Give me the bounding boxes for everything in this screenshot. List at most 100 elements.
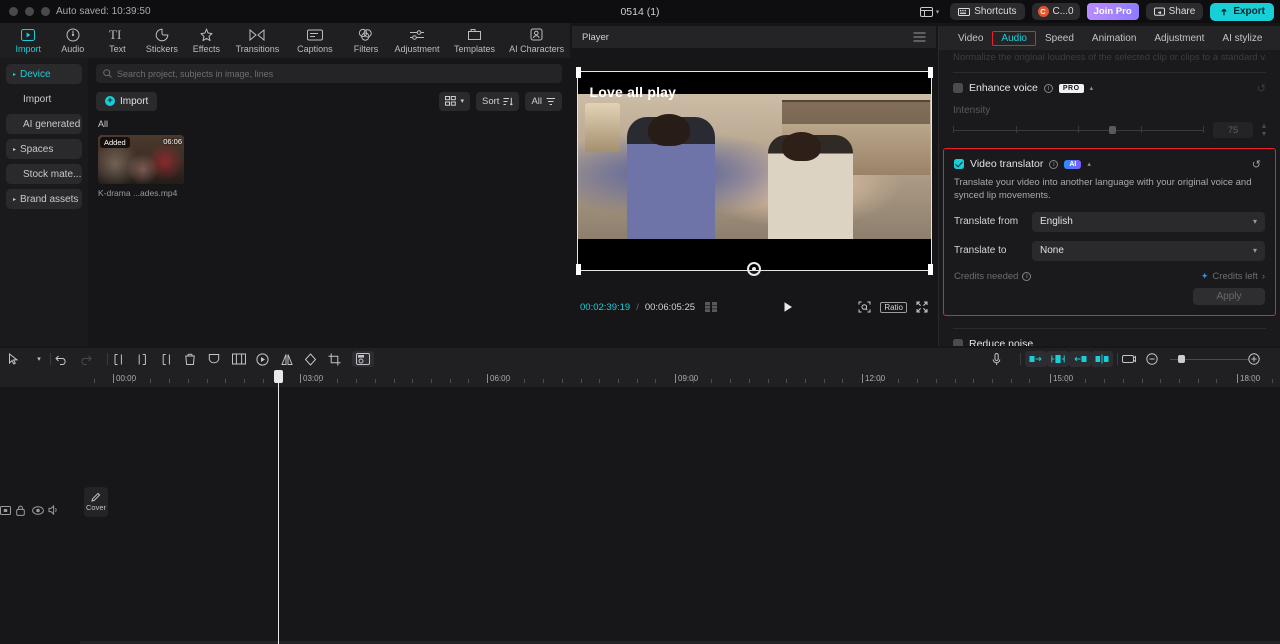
tab-audio[interactable]: Audio [992, 30, 1036, 46]
tab-ai-stylize[interactable]: AI stylize [1213, 31, 1271, 46]
reset-icon[interactable]: ↺ [1257, 82, 1266, 95]
search-input[interactable]: Search project, subjects in image, lines [96, 64, 562, 83]
mirror-icon[interactable] [280, 353, 304, 366]
track-target-icon[interactable] [0, 505, 16, 515]
tab-animation[interactable]: Animation [1083, 31, 1145, 46]
undo-icon[interactable] [55, 354, 79, 365]
sidebar-item-spaces[interactable]: ▸ Spaces [6, 139, 82, 159]
select-arrow-icon[interactable] [8, 353, 32, 365]
visibility-icon[interactable] [32, 505, 48, 515]
keyboard-layout-button[interactable]: ▾ [916, 5, 944, 19]
crop-frame-icon[interactable] [232, 353, 256, 365]
sidebar-item-import[interactable]: Import [6, 89, 82, 109]
module-transitions[interactable]: Transitions [229, 27, 287, 54]
selection-handle-left[interactable] [575, 67, 581, 78]
view-mode-button[interactable]: ▾ [439, 91, 470, 111]
intensity-slider[interactable] [953, 125, 1204, 135]
video-translator-row[interactable]: Video translator i AI ▴ ↺ [954, 158, 1265, 171]
tab-speed[interactable]: Speed [1036, 31, 1083, 46]
fullscreen-icon[interactable] [916, 301, 928, 313]
mute-icon[interactable] [48, 505, 64, 515]
ripple-right-icon[interactable] [1069, 351, 1091, 367]
selection-handle-bottom-right[interactable] [927, 264, 933, 275]
video-preview[interactable]: Love all play [575, 67, 933, 275]
module-audio[interactable]: Audio [51, 27, 96, 54]
module-filters[interactable]: Filters [344, 27, 389, 54]
zoom-out-icon[interactable] [1146, 353, 1170, 365]
module-templates[interactable]: Templates [446, 27, 504, 54]
ripple-center-icon[interactable] [1047, 351, 1069, 367]
timeline-zoom-slider[interactable] [1170, 354, 1248, 364]
module-import[interactable]: Import [6, 27, 51, 54]
record-indicator-icon[interactable] [747, 262, 761, 276]
keyframe-icon[interactable] [256, 352, 280, 366]
intensity-value[interactable]: 75 [1212, 122, 1253, 138]
delete-icon[interactable] [184, 353, 208, 366]
mask-icon[interactable] [208, 353, 232, 366]
zoom-in-icon[interactable] [1248, 353, 1272, 365]
smart-cutout-icon[interactable] [352, 351, 374, 367]
info-icon[interactable]: i [1043, 83, 1053, 93]
split-icon[interactable] [112, 353, 136, 366]
hamburger-icon[interactable] [913, 32, 926, 42]
sidebar-item-device[interactable]: ▸ Device [6, 64, 82, 84]
selection-handle-bottom-left[interactable] [575, 264, 581, 275]
minimize-window-button[interactable] [25, 7, 34, 16]
import-button[interactable]: + Import [96, 91, 158, 111]
ripple-left-icon[interactable] [1025, 351, 1047, 367]
share-button[interactable]: Share [1145, 3, 1204, 20]
microphone-icon[interactable] [992, 352, 1016, 366]
timeline-body[interactable]: Cover K-drama clips that are funnier tha… [0, 387, 1280, 644]
playhead[interactable] [274, 370, 283, 644]
split-center-icon[interactable] [1091, 351, 1113, 367]
crop-icon[interactable] [328, 353, 352, 366]
module-captions[interactable]: Captions [286, 27, 344, 54]
sidebar-item-brand-assets[interactable]: ▸ Brand assets [6, 189, 82, 209]
module-effects[interactable]: Effects [184, 27, 229, 54]
rotate-icon[interactable] [304, 352, 328, 366]
selection-handle-right[interactable] [927, 67, 933, 78]
account-button[interactable]: C C...0 [1031, 3, 1080, 20]
tab-adjustment[interactable]: Adjustment [1145, 31, 1213, 46]
module-text[interactable]: TI Text [95, 27, 140, 54]
window-controls[interactable] [0, 7, 50, 16]
enhance-voice-checkbox[interactable] [953, 83, 963, 93]
select-dropdown-chevron-down-icon[interactable]: ▾ [32, 355, 46, 363]
reset-icon[interactable]: ↺ [1252, 158, 1261, 171]
media-thumbnail[interactable]: Added 06:06 [98, 135, 184, 184]
preview-render-icon[interactable] [1122, 354, 1146, 365]
play-icon[interactable] [782, 301, 794, 313]
join-pro-button[interactable]: Join Pro [1086, 3, 1139, 20]
sidebar-item-stock-materials[interactable]: Stock mate... [6, 164, 82, 184]
reduce-noise-row[interactable]: Reduce noise [953, 338, 1266, 346]
media-item[interactable]: Added 06:06 K-drama ...ades.mp4 [98, 135, 184, 198]
filter-button[interactable]: All [525, 91, 562, 111]
close-window-button[interactable] [9, 7, 18, 16]
module-adjustment[interactable]: Adjustment [388, 27, 446, 54]
lock-icon[interactable] [16, 505, 32, 516]
apply-button[interactable]: Apply [1193, 287, 1265, 305]
timeline-ruler[interactable]: 00:00 03:00 06:00 09:00 12:00 15:00 18:0… [0, 370, 1280, 387]
cover-button[interactable]: Cover [84, 487, 108, 517]
zoom-fit-icon[interactable] [858, 301, 871, 313]
trim-left-icon[interactable] [136, 353, 160, 366]
intensity-stepper[interactable]: ▴ ▾ [1262, 122, 1266, 138]
maximize-window-button[interactable] [41, 7, 50, 16]
translate-to-select[interactable]: None ▾ [1032, 240, 1265, 261]
export-button[interactable]: Export [1210, 2, 1274, 21]
trim-right-icon[interactable] [160, 353, 184, 366]
ratio-button[interactable]: Ratio [880, 301, 907, 313]
chevron-up-icon[interactable]: ▴ [1087, 160, 1091, 168]
enhance-voice-row[interactable]: Enhance voice i PRO ▴ ↺ [953, 82, 1266, 95]
redo-icon[interactable] [79, 354, 103, 365]
module-ai-characters[interactable]: AI Characters [503, 27, 570, 54]
shortcuts-button[interactable]: Shortcuts [950, 3, 1025, 20]
tab-video[interactable]: Video [949, 31, 992, 46]
module-stickers[interactable]: Stickers [140, 27, 185, 54]
chevron-up-icon[interactable]: ▴ [1090, 84, 1094, 92]
sort-button[interactable]: Sort [476, 91, 520, 111]
credits-left-button[interactable]: ✦ Credits left › [1201, 271, 1265, 282]
sidebar-item-ai-generated[interactable]: AI generated [6, 114, 82, 134]
playhead-handle[interactable] [274, 370, 283, 383]
info-icon[interactable]: i [1022, 271, 1032, 281]
